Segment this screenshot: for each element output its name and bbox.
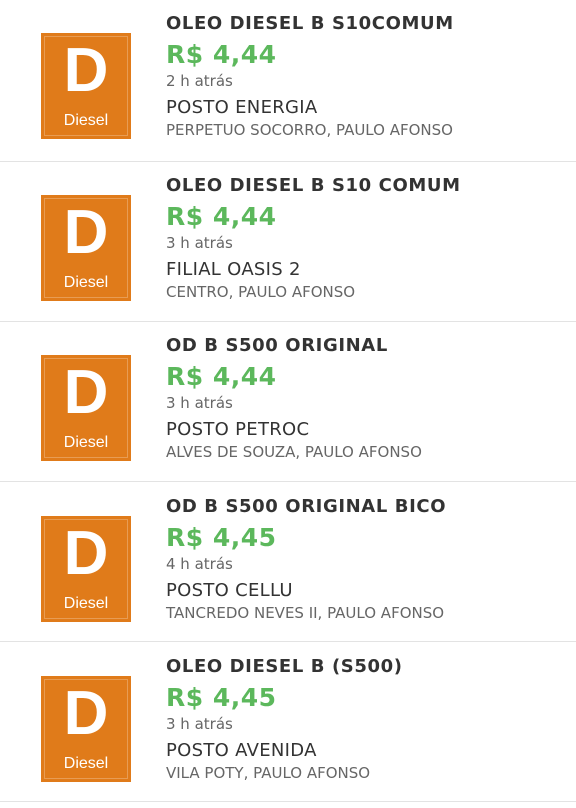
- badge-letter: D: [63, 358, 109, 427]
- station-address: TANCREDO NEVES II, PAULO AFONSO: [166, 604, 445, 622]
- badge-word: Diesel: [63, 112, 109, 129]
- station-name: POSTO AVENIDA: [166, 740, 317, 761]
- updated-time: 3 h atrás: [166, 234, 233, 252]
- product-name: OD B S500 ORIGINAL BICO: [166, 496, 447, 517]
- price: R$ 4,44: [166, 362, 277, 391]
- station-address: ALVES DE SOUZA, PAULO AFONSO: [166, 443, 422, 461]
- updated-time: 3 h atrás: [166, 394, 233, 412]
- diesel-badge-icon: D Diesel: [41, 195, 131, 301]
- price: R$ 4,44: [166, 40, 277, 69]
- item-info: OLEO DIESEL B (S500) R$ 4,45 3 h atrás P…: [166, 656, 568, 783]
- updated-time: 4 h atrás: [166, 555, 233, 573]
- badge-word: Diesel: [63, 274, 109, 291]
- badge-letter: D: [63, 679, 109, 748]
- diesel-badge-icon: D Diesel: [41, 676, 131, 782]
- station-name: FILIAL OASIS 2: [166, 259, 301, 280]
- list-item[interactable]: D Diesel OLEO DIESEL B (S500) R$ 4,45 3 …: [0, 642, 576, 802]
- diesel-badge-icon: D Diesel: [41, 516, 131, 622]
- product-name: OLEO DIESEL B (S500): [166, 656, 403, 677]
- station-address: CENTRO, PAULO AFONSO: [166, 283, 356, 301]
- badge-letter: D: [63, 36, 109, 105]
- station-address: PERPETUO SOCORRO, PAULO AFONSO: [166, 121, 453, 139]
- product-name: OLEO DIESEL B S10COMUM: [166, 13, 454, 34]
- list-item[interactable]: D Diesel OD B S500 ORIGINAL R$ 4,44 3 h …: [0, 322, 576, 482]
- badge-word: Diesel: [63, 434, 109, 451]
- station-address: VILA POTY, PAULO AFONSO: [166, 764, 371, 782]
- list-item[interactable]: D Diesel OD B S500 ORIGINAL BICO R$ 4,45…: [0, 482, 576, 642]
- station-name: POSTO ENERGIA: [166, 97, 318, 118]
- product-name: OD B S500 ORIGINAL: [166, 335, 388, 356]
- station-name: POSTO PETROC: [166, 419, 310, 440]
- price: R$ 4,45: [166, 523, 277, 552]
- diesel-badge-icon: D Diesel: [41, 355, 131, 461]
- list-item[interactable]: D Diesel OLEO DIESEL B S10 COMUM R$ 4,44…: [0, 162, 576, 322]
- badge-word: Diesel: [63, 755, 109, 772]
- diesel-badge-icon: D Diesel: [41, 33, 131, 139]
- badge-letter: D: [63, 198, 109, 267]
- updated-time: 3 h atrás: [166, 715, 233, 733]
- station-name: POSTO CELLU: [166, 580, 293, 601]
- price-list: D Diesel OLEO DIESEL B S10COMUM R$ 4,44 …: [0, 0, 576, 808]
- price: R$ 4,45: [166, 683, 277, 712]
- item-info: OD B S500 ORIGINAL BICO R$ 4,45 4 h atrá…: [166, 496, 568, 623]
- product-name: OLEO DIESEL B S10 COMUM: [166, 175, 461, 196]
- item-info: OD B S500 ORIGINAL R$ 4,44 3 h atrás POS…: [166, 335, 568, 462]
- price: R$ 4,44: [166, 202, 277, 231]
- updated-time: 2 h atrás: [166, 72, 233, 90]
- item-info: OLEO DIESEL B S10COMUM R$ 4,44 2 h atrás…: [166, 13, 568, 140]
- badge-letter: D: [63, 519, 109, 588]
- item-info: OLEO DIESEL B S10 COMUM R$ 4,44 3 h atrá…: [166, 175, 568, 302]
- badge-word: Diesel: [63, 595, 109, 612]
- list-item[interactable]: D Diesel OLEO DIESEL B S10COMUM R$ 4,44 …: [0, 0, 576, 162]
